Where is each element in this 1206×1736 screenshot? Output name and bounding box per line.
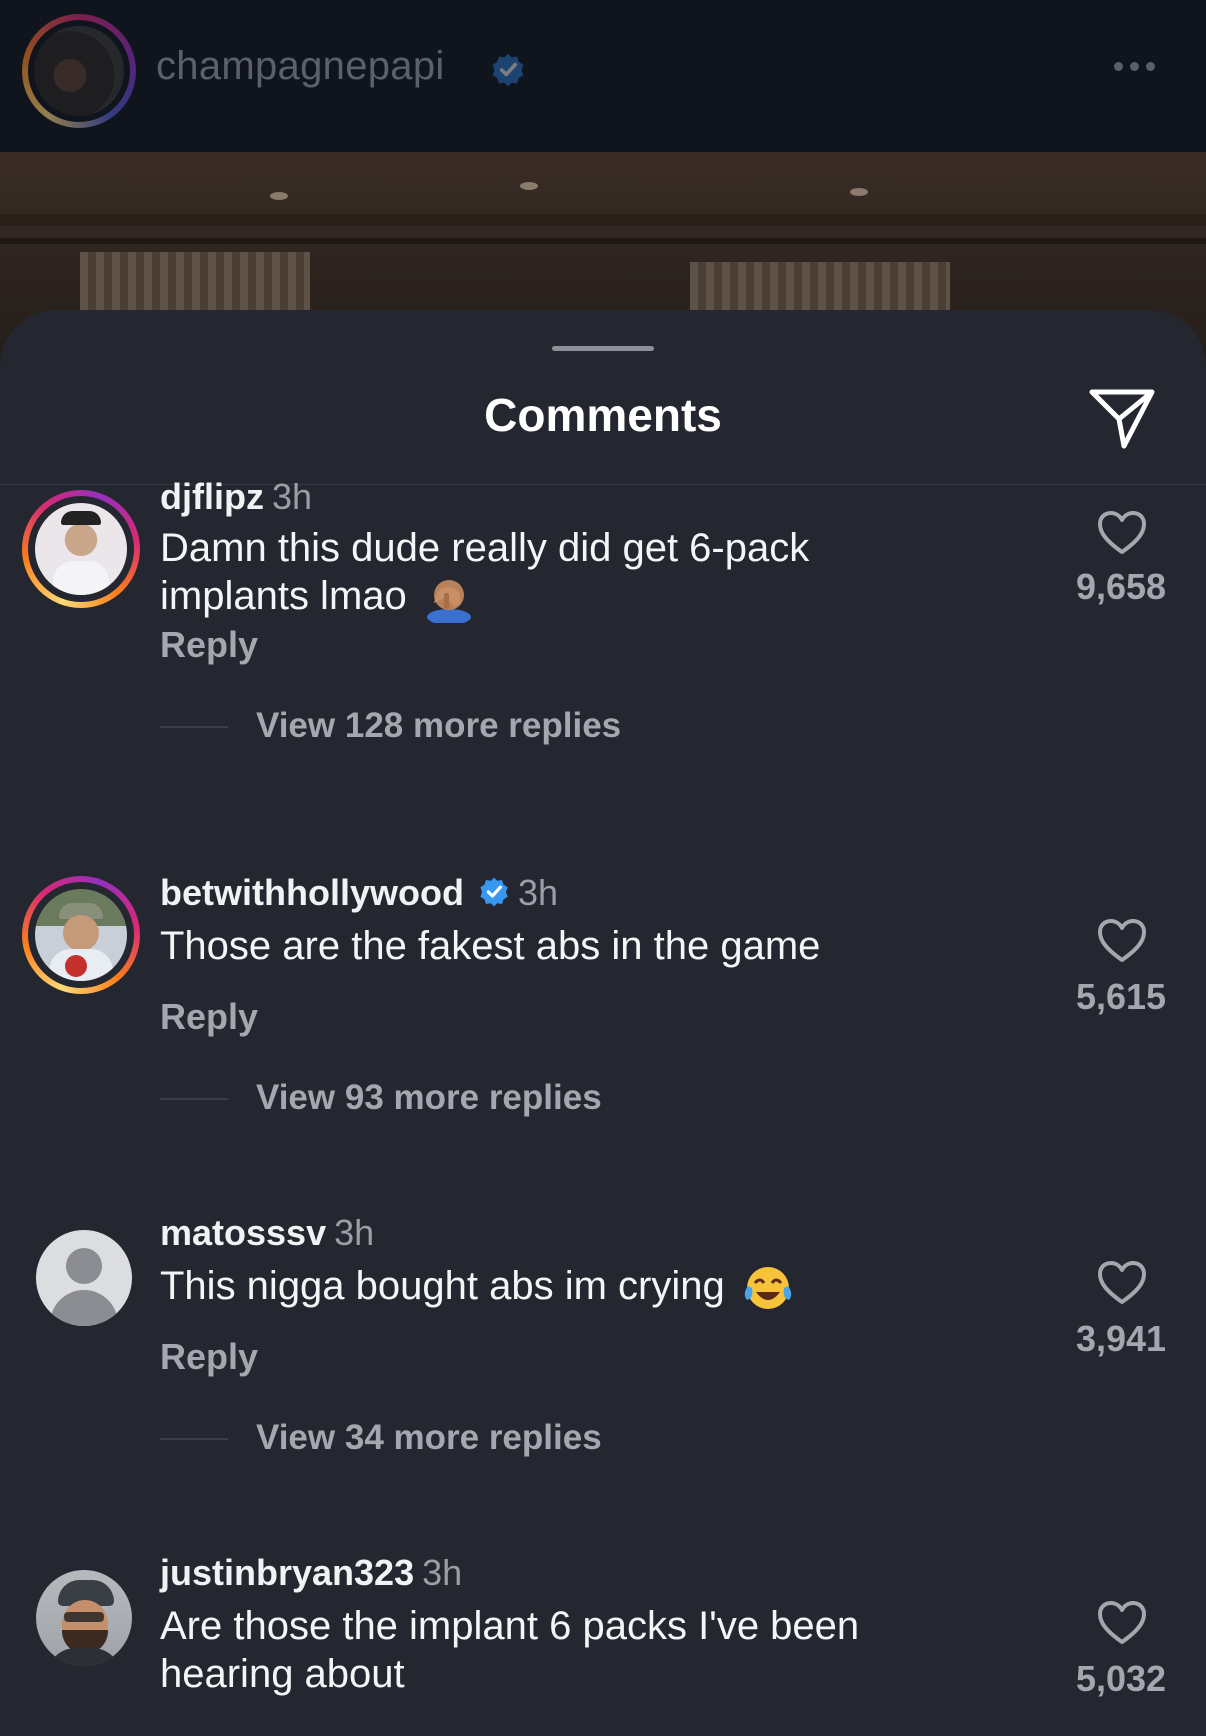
laughing-crying-emoji bbox=[744, 1267, 792, 1310]
comments-sheet: Comments djflipz 3h Damn this dude really… bbox=[0, 310, 1206, 1736]
comment-timestamp: 3h bbox=[422, 1552, 463, 1593]
reply-button[interactable]: Reply bbox=[160, 624, 258, 666]
comment-text: This nigga bought abs im crying bbox=[160, 1264, 725, 1308]
replies-line bbox=[160, 1438, 228, 1440]
comment-timestamp: 3h bbox=[271, 476, 313, 517]
comment-text: Those are the fakest abs in the game bbox=[160, 924, 821, 968]
comment-username[interactable]: djflipz bbox=[160, 476, 264, 517]
heart-icon[interactable] bbox=[1097, 510, 1147, 556]
comments-list: djflipz 3h Damn this dude really did get … bbox=[0, 310, 1206, 1736]
like-count: 5,032 bbox=[1075, 1658, 1167, 1699]
facepalm-emoji bbox=[426, 580, 471, 624]
view-replies-button[interactable]: View 93 more replies bbox=[256, 1078, 602, 1118]
like-count: 3,941 bbox=[1075, 1318, 1167, 1359]
heart-icon[interactable] bbox=[1097, 918, 1147, 964]
comment-text: Damn this dude really did get 6-pack imp… bbox=[160, 526, 810, 618]
avatar[interactable] bbox=[22, 876, 140, 994]
more-options-icon[interactable] bbox=[1114, 58, 1166, 74]
comment-text-container: Damn this dude really did get 6-pack imp… bbox=[160, 524, 950, 624]
heart-icon[interactable] bbox=[1097, 1600, 1147, 1646]
reply-button[interactable]: Reply bbox=[160, 1336, 258, 1378]
comment-text-container: This nigga bought abs im crying bbox=[160, 1262, 950, 1312]
view-replies-button[interactable]: View 34 more replies bbox=[256, 1418, 602, 1458]
heart-icon[interactable] bbox=[1097, 1260, 1147, 1306]
comment-username[interactable]: betwithhollywood bbox=[160, 872, 464, 913]
comment-timestamp: 3h bbox=[334, 1212, 375, 1253]
post-author-username[interactable]: champagnepapi bbox=[156, 44, 445, 89]
comment-timestamp: 3h bbox=[517, 872, 559, 913]
like-count: 5,615 bbox=[1075, 976, 1167, 1017]
avatar[interactable] bbox=[22, 1556, 140, 1674]
replies-line bbox=[160, 726, 228, 728]
avatar[interactable] bbox=[22, 490, 140, 608]
profile-avatar[interactable] bbox=[22, 14, 136, 128]
comment-text: Are those the implant 6 packs I've been … bbox=[160, 1604, 860, 1696]
comment-username[interactable]: matosssv bbox=[160, 1212, 326, 1253]
post-header: champagnepapi bbox=[0, 0, 1206, 152]
view-replies-button[interactable]: View 128 more replies bbox=[256, 706, 621, 746]
verified-badge-icon bbox=[480, 878, 508, 907]
comment-username[interactable]: justinbryan323 bbox=[160, 1552, 414, 1593]
like-count: 9,658 bbox=[1075, 566, 1167, 607]
verified-badge-icon bbox=[492, 53, 524, 87]
reply-button[interactable]: Reply bbox=[160, 996, 258, 1038]
replies-line bbox=[160, 1098, 228, 1100]
avatar[interactable] bbox=[22, 1216, 140, 1334]
